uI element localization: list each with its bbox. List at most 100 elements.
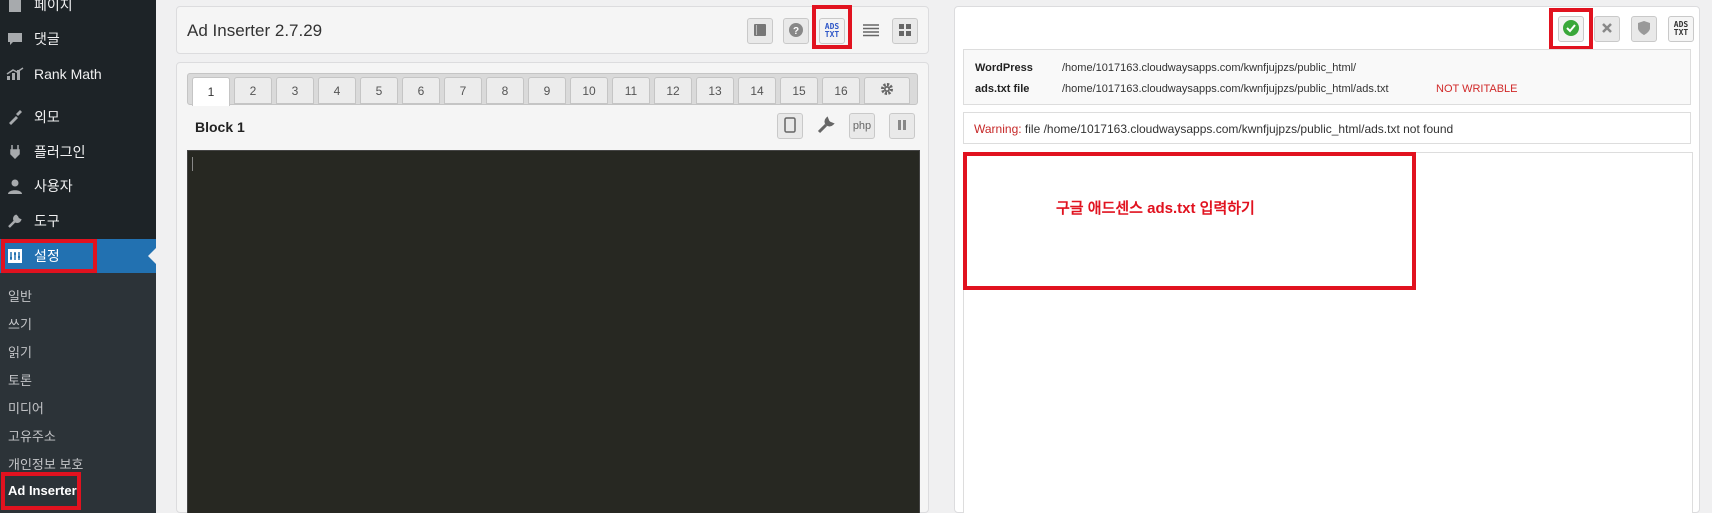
submenu-item-permalinks[interactable]: 고유주소 <box>8 426 56 445</box>
help-icon: ? <box>788 22 804 41</box>
tools-button[interactable] <box>813 113 839 139</box>
submenu-item-ad-inserter[interactable]: Ad Inserter <box>8 483 77 498</box>
ads-file-label: ads.txt file <box>975 83 1030 95</box>
tab-block-12[interactable]: 12 <box>654 77 692 104</box>
sidebar-item-label: 플러그인 <box>34 144 86 160</box>
tab-block-13[interactable]: 13 <box>696 77 734 104</box>
plugin-title-bar: Ad Inserter 2.7.29 ? ADS TXT <box>176 5 929 54</box>
ads-txt-textarea[interactable]: 구글 애드센스 ads.txt 입력하기 <box>963 152 1693 513</box>
grid-icon <box>898 23 912 40</box>
ads-txt-icon: ADS TXT <box>1674 21 1688 37</box>
sidebar-item-comments[interactable]: 댓글 <box>0 22 156 56</box>
sidebar-item-label: 도구 <box>34 213 60 229</box>
sidebar-item-pages[interactable]: 페이지 <box>0 0 156 22</box>
check-circle-icon <box>1562 19 1580 40</box>
sidebar-item-label: 페이지 <box>34 0 73 13</box>
list-view-button[interactable] <box>858 18 884 44</box>
ads-txt-toggle-button[interactable]: ADS TXT <box>1668 16 1694 42</box>
sidebar-item-appearance[interactable]: 외모 <box>0 100 156 134</box>
sidebar-item-label: 설정 <box>34 248 60 264</box>
sidebar-item-settings[interactable]: 설정 <box>0 239 156 273</box>
current-arrow <box>148 248 156 264</box>
ads-txt-icon: ADS TXT <box>825 23 839 39</box>
tab-block-15[interactable]: 15 <box>780 77 818 104</box>
help-button[interactable]: ? <box>783 18 809 44</box>
sidebar-item-label: 댓글 <box>34 31 60 47</box>
pause-button[interactable] <box>889 113 915 139</box>
php-button[interactable]: php <box>849 113 875 139</box>
wrench-icon <box>5 211 25 231</box>
tablet-icon <box>784 116 796 136</box>
submenu-item-discussion[interactable]: 토론 <box>8 370 32 389</box>
device-button[interactable] <box>777 113 803 139</box>
virtual-ads-txt-button[interactable] <box>1631 16 1657 42</box>
sidebar-item-tools[interactable]: 도구 <box>0 204 156 238</box>
sidebar-item-users[interactable]: 사용자 <box>0 169 156 203</box>
settings-submenu: 일반 쓰기 읽기 토론 미디어 고유주소 개인정보 보호 Ad Inserter <box>0 273 156 513</box>
settings-icon <box>5 246 25 266</box>
rank-math-icon <box>5 64 25 84</box>
ads-txt-icon-line2: TXT <box>824 30 840 39</box>
close-icon <box>1601 22 1613 37</box>
warning-label: Warning: <box>974 122 1022 136</box>
appearance-icon <box>5 107 25 127</box>
pages-icon <box>5 0 25 15</box>
submenu-item-reading[interactable]: 읽기 <box>8 342 32 361</box>
admin-sidebar: 페이지 댓글 Rank Math 외모 플러그인 사용자 도구 설정 일반 쓰기… <box>0 0 156 513</box>
page-title: Ad Inserter 2.7.29 <box>187 21 323 40</box>
ads-file-path: /home/1017163.cloudwaysapps.com/kwnfjujp… <box>1062 83 1389 95</box>
ads-txt-panel: ADS TXT WordPress /home/1017163.cloudway… <box>954 6 1700 513</box>
pause-icon <box>897 119 907 134</box>
tab-block-16[interactable]: 16 <box>822 77 860 104</box>
wordpress-path: /home/1017163.cloudwaysapps.com/kwnfjujp… <box>1062 62 1357 74</box>
svg-text:?: ? <box>793 26 799 37</box>
user-icon <box>5 176 25 196</box>
submenu-item-media[interactable]: 미디어 <box>8 398 44 417</box>
tab-block-1[interactable]: 1 <box>192 77 230 106</box>
paths-info-box: WordPress /home/1017163.cloudwaysapps.co… <box>963 49 1691 105</box>
grid-view-button[interactable] <box>892 18 918 44</box>
not-writable-status: NOT WRITABLE <box>1436 83 1518 95</box>
sidebar-item-rank-math[interactable]: Rank Math <box>0 57 156 91</box>
warning-text: file /home/1017163.cloudwaysapps.com/kwn… <box>1024 122 1454 136</box>
tab-block-14[interactable]: 14 <box>738 77 776 104</box>
ads-txt-icon-line2: TXT <box>1673 28 1689 37</box>
block-title: Block 1 <box>195 119 245 135</box>
documentation-button[interactable] <box>747 18 773 44</box>
editor-cursor <box>192 157 193 171</box>
submenu-item-privacy[interactable]: 개인정보 보호 <box>8 454 83 473</box>
tab-block-7[interactable]: 7 <box>444 77 482 104</box>
sidebar-item-label: 외모 <box>34 109 60 125</box>
cancel-button[interactable] <box>1594 16 1620 42</box>
code-editor[interactable] <box>187 150 920 513</box>
submenu-item-writing[interactable]: 쓰기 <box>8 314 32 333</box>
sidebar-item-label: 사용자 <box>34 178 73 194</box>
wrench-icon <box>817 115 835 137</box>
highlight-box-ads-txt-input <box>963 152 1416 290</box>
tab-block-5[interactable]: 5 <box>360 77 398 104</box>
tab-block-3[interactable]: 3 <box>276 77 314 104</box>
submenu-item-general[interactable]: 일반 <box>8 286 32 305</box>
sidebar-item-plugins[interactable]: 플러그인 <box>0 135 156 169</box>
book-icon <box>753 23 767 40</box>
save-button[interactable] <box>1558 16 1584 42</box>
tab-block-6[interactable]: 6 <box>402 77 440 104</box>
tab-block-9[interactable]: 9 <box>528 77 566 104</box>
plugin-icon <box>5 142 25 162</box>
tab-block-10[interactable]: 10 <box>570 77 608 104</box>
sidebar-item-label: Rank Math <box>34 66 102 82</box>
warning-message: Warning: file /home/1017163.cloudwaysapp… <box>963 112 1691 144</box>
block-panel: 1 2 3 4 5 6 7 8 9 10 11 12 13 14 15 16 B… <box>176 62 929 513</box>
tab-block-11[interactable]: 11 <box>612 77 650 104</box>
tab-block-8[interactable]: 8 <box>486 77 524 104</box>
gear-icon <box>880 82 894 99</box>
list-icon <box>862 23 880 40</box>
tab-block-2[interactable]: 2 <box>234 77 272 104</box>
annotation-text: 구글 애드센스 ads.txt 입력하기 <box>1056 200 1255 217</box>
ads-txt-button[interactable]: ADS TXT <box>819 18 845 44</box>
tab-block-4[interactable]: 4 <box>318 77 356 104</box>
tab-settings[interactable] <box>864 77 910 104</box>
block-tabs: 1 2 3 4 5 6 7 8 9 10 11 12 13 14 15 16 <box>187 73 918 106</box>
wordpress-label: WordPress <box>975 62 1033 74</box>
shield-icon <box>1637 20 1651 39</box>
